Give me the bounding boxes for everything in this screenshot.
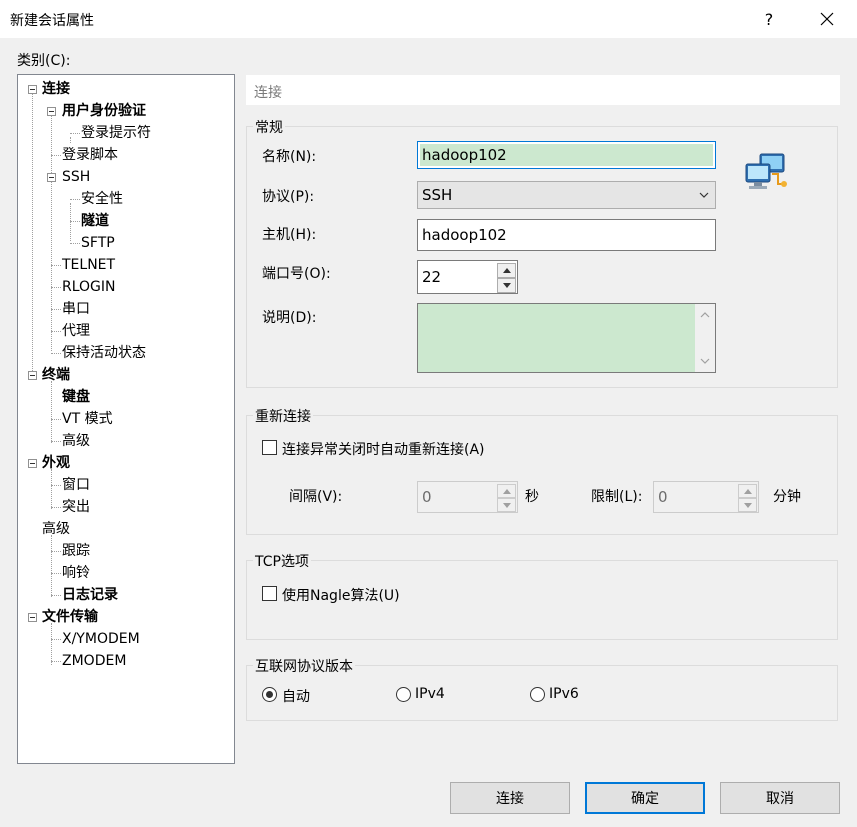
- tree-item-zmodem[interactable]: ZMODEM: [62, 650, 126, 672]
- tree-item-bell[interactable]: 响铃: [62, 562, 90, 584]
- tcp-group-title: TCP选项: [253, 551, 311, 571]
- name-field[interactable]: hadoop102: [417, 141, 716, 169]
- auto-reconnect-checkbox[interactable]: [262, 440, 277, 455]
- interval-down-button[interactable]: [497, 498, 516, 512]
- ipv6-radio[interactable]: [530, 687, 545, 702]
- description-label: 说明(D):: [262, 310, 317, 326]
- tree-item-keepalive[interactable]: 保持活动状态: [62, 342, 146, 364]
- limit-value: 0: [658, 488, 668, 506]
- tree-item-ssh[interactable]: SSH: [62, 166, 90, 188]
- host-field[interactable]: hadoop102: [417, 219, 716, 251]
- tree-item-vt-mode[interactable]: VT 模式: [62, 408, 113, 430]
- name-field-value: hadoop102: [420, 144, 713, 166]
- tree-item-telnet[interactable]: TELNET: [62, 254, 115, 276]
- ipv4-radio[interactable]: [396, 687, 411, 702]
- tree-item-highlight[interactable]: 突出: [62, 496, 90, 518]
- tree-item-keyboard[interactable]: 键盘: [62, 386, 90, 408]
- caret-down-icon: [502, 502, 511, 508]
- port-up-button[interactable]: [497, 263, 516, 278]
- tree-item-appearance[interactable]: 外观: [42, 452, 70, 474]
- tree-item-window[interactable]: 窗口: [62, 474, 90, 496]
- description-field[interactable]: [417, 303, 716, 373]
- tree-item-tunnel[interactable]: 隧道: [81, 210, 109, 232]
- tree-item-security[interactable]: 安全性: [81, 188, 123, 210]
- name-label: 名称(N):: [262, 149, 317, 165]
- close-icon: [820, 12, 834, 26]
- expander-icon[interactable]: [28, 459, 37, 468]
- tree-item-logging[interactable]: 日志记录: [62, 584, 118, 606]
- title-bar: 新建会话属性 ?: [0, 0, 857, 38]
- limit-unit: 分钟: [773, 489, 801, 505]
- reconnect-group-title: 重新连接: [253, 406, 313, 426]
- tree-item-terminal-advanced[interactable]: 高级: [62, 430, 90, 452]
- tree-item-login-prompt[interactable]: 登录提示符: [81, 122, 151, 144]
- chevron-down-icon: [699, 192, 709, 198]
- interval-label: 间隔(V):: [289, 489, 343, 505]
- host-label: 主机(H):: [262, 227, 317, 243]
- ip-auto-label[interactable]: 自动: [282, 686, 310, 706]
- tree-item-terminal[interactable]: 终端: [42, 364, 70, 386]
- expander-icon[interactable]: [28, 85, 37, 94]
- limit-stepper[interactable]: 0: [653, 481, 759, 513]
- tree-item-serial[interactable]: 串口: [62, 298, 90, 320]
- reconnect-group: [246, 415, 838, 535]
- session-computer-icon: [744, 150, 788, 192]
- interval-unit: 秒: [525, 489, 539, 505]
- tree-item-advanced[interactable]: 高级: [42, 518, 70, 540]
- protocol-value: SSH: [422, 186, 453, 204]
- expander-icon[interactable]: [47, 107, 56, 116]
- tree-item-xymodem[interactable]: X/YMODEM: [62, 628, 140, 650]
- ipv6-label[interactable]: IPv6: [549, 686, 579, 702]
- tree-item-sftp[interactable]: SFTP: [81, 232, 115, 254]
- port-label: 端口号(O):: [262, 266, 331, 282]
- general-group-title: 常规: [253, 117, 285, 137]
- port-stepper[interactable]: 22: [417, 260, 518, 294]
- ok-button[interactable]: 确定: [585, 782, 705, 814]
- caret-down-icon: [502, 283, 511, 288]
- category-tree[interactable]: 连接 用户身份验证 登录提示符 登录脚本 SSH 安全性 隧道 SFTP TEL…: [17, 74, 235, 764]
- description-scrollbar[interactable]: [695, 304, 715, 372]
- auto-reconnect-label[interactable]: 连接异常关闭时自动重新连接(A): [282, 439, 485, 459]
- cancel-button[interactable]: 取消: [720, 782, 840, 814]
- interval-stepper[interactable]: 0: [417, 481, 518, 513]
- nagle-label[interactable]: 使用Nagle算法(U): [282, 585, 400, 605]
- caret-up-icon: [743, 488, 752, 494]
- protocol-label: 协议(P):: [262, 189, 315, 205]
- ip-auto-radio[interactable]: [262, 687, 277, 702]
- scroll-up-icon: [700, 312, 710, 318]
- panel-header: 连接: [246, 75, 840, 105]
- port-down-button[interactable]: [497, 278, 516, 293]
- tree-item-rlogin[interactable]: RLOGIN: [62, 276, 116, 298]
- interval-value: 0: [422, 488, 432, 506]
- port-value: 22: [422, 268, 442, 286]
- ip-version-group-title: 互联网协议版本: [253, 656, 355, 676]
- interval-up-button[interactable]: [497, 484, 516, 498]
- nagle-checkbox[interactable]: [262, 586, 277, 601]
- tree-item-trace[interactable]: 跟踪: [62, 540, 90, 562]
- limit-label: 限制(L):: [591, 489, 643, 505]
- expander-icon[interactable]: [28, 613, 37, 622]
- protocol-select[interactable]: SSH: [417, 181, 716, 209]
- panel-header-title: 连接: [254, 85, 282, 101]
- tree-item-login-script[interactable]: 登录脚本: [62, 144, 118, 166]
- help-button[interactable]: ?: [752, 0, 786, 38]
- caret-down-icon: [743, 502, 752, 508]
- window-title: 新建会话属性: [10, 13, 94, 29]
- tree-item-file-transfer[interactable]: 文件传输: [42, 606, 98, 628]
- scroll-down-icon: [700, 358, 710, 364]
- expander-icon[interactable]: [47, 173, 56, 182]
- caret-up-icon: [502, 268, 511, 273]
- tree-item-user-auth[interactable]: 用户身份验证: [62, 100, 146, 122]
- tree-item-proxy[interactable]: 代理: [62, 320, 90, 342]
- tree-item-connection[interactable]: 连接: [42, 78, 70, 100]
- close-button[interactable]: [808, 0, 846, 38]
- connect-button[interactable]: 连接: [450, 782, 570, 814]
- category-label: 类别(C):: [17, 53, 71, 69]
- caret-up-icon: [502, 488, 511, 494]
- expander-icon[interactable]: [28, 371, 37, 380]
- limit-down-button[interactable]: [738, 498, 757, 512]
- ipv4-label[interactable]: IPv4: [415, 686, 445, 702]
- limit-up-button[interactable]: [738, 484, 757, 498]
